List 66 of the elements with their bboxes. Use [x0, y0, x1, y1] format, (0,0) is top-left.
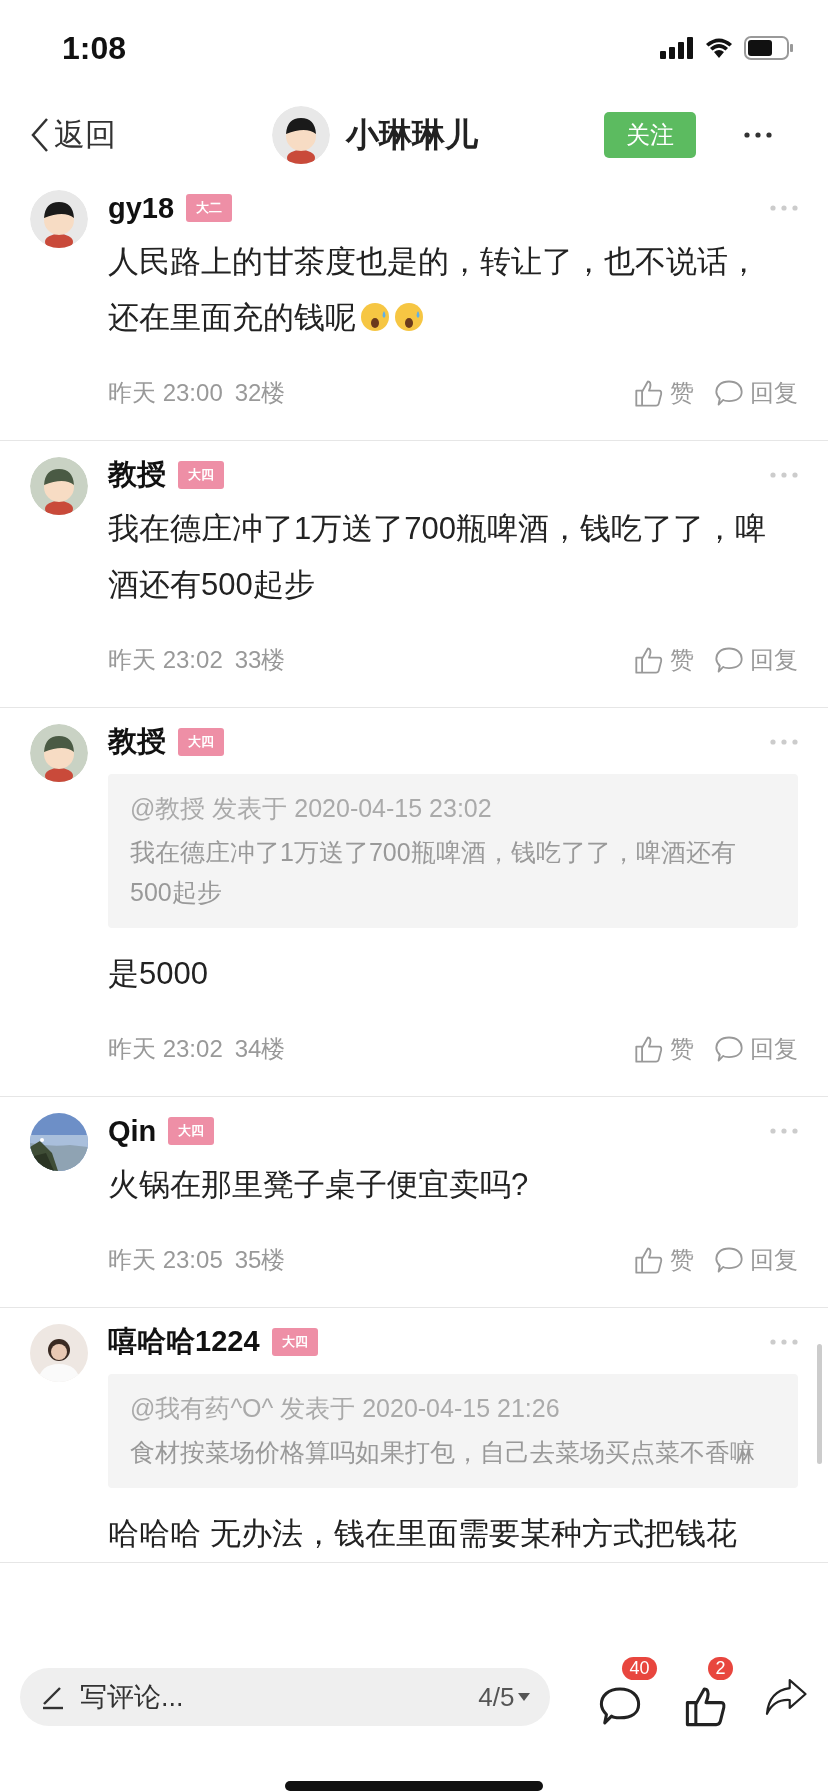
grade-tag: 大四	[168, 1117, 215, 1145]
comment-text: 人民路上的甘茶度也是的，转让了，也不说话，	[108, 244, 759, 279]
reply-button[interactable]: 回复	[714, 644, 798, 676]
reply-button[interactable]: 回复	[714, 377, 798, 409]
like-button[interactable]: 赞	[634, 377, 694, 409]
thumbs-up-icon	[634, 1245, 664, 1275]
user-name[interactable]: 教授	[108, 455, 166, 495]
thumbs-up-icon	[634, 645, 664, 675]
floor-number: 32楼	[234, 378, 286, 408]
emoji-icon	[360, 302, 390, 332]
count-badge: 2	[708, 1656, 733, 1680]
signal-icon	[660, 37, 694, 59]
user-name[interactable]: 教授	[108, 722, 166, 762]
comment-input[interactable]: 写评论... 4/5	[20, 1668, 551, 1726]
comment-text: 火锅在那里凳子桌子便宜卖吗?	[108, 1166, 530, 1204]
quote-author: @我有药^O^ 发表于 2020-04-15 21:26	[130, 1393, 561, 1424]
comment-time: 昨天 23:02	[108, 645, 223, 675]
quote-text: 食材按菜场价格算吗如果打包，自己去菜场买点菜不香嘛	[130, 1437, 756, 1468]
floor-number: 34楼	[234, 1034, 286, 1064]
emoji-icon	[394, 302, 424, 332]
comment-text: 哈哈哈 无办法，钱在里面需要某种方式把钱花	[108, 1515, 738, 1553]
avatar[interactable]	[30, 724, 88, 782]
grade-tag: 大二	[186, 194, 233, 222]
page-title: 小琳琳儿	[346, 114, 478, 155]
thumbs-up-icon	[634, 378, 664, 408]
battery-icon	[744, 36, 794, 60]
back-icon	[30, 117, 50, 153]
comment-time: 昨天 23:05	[108, 1245, 223, 1275]
follow-button[interactable]: 关注	[604, 112, 696, 158]
wifi-icon	[704, 37, 734, 59]
status-time: 1:08	[62, 29, 127, 67]
quote-author: @教授 发表于 2020-04-15 23:02	[130, 793, 493, 824]
floor-number: 35楼	[234, 1245, 286, 1275]
reply-button[interactable]: 回复	[714, 1033, 798, 1065]
pencil-icon	[40, 1684, 66, 1710]
grade-tag: 大四	[271, 1328, 318, 1356]
more-icon[interactable]	[744, 132, 772, 138]
like-button[interactable]: 赞	[634, 1033, 694, 1065]
comment-icon	[714, 1245, 744, 1275]
grade-tag: 大四	[178, 461, 224, 489]
user-name[interactable]: 嘻哈哈1224	[108, 1322, 260, 1362]
avatar[interactable]	[30, 457, 88, 515]
comment-text: 我在德庄冲了1万送了700瓶啤酒，钱吃了了，啤酒还有500起步	[108, 510, 767, 604]
page-selector[interactable]: 4/5	[478, 1681, 531, 1713]
user-name[interactable]: gy18	[108, 191, 175, 225]
comment-time: 昨天 23:00	[108, 378, 223, 408]
count-badge: 40	[622, 1656, 657, 1680]
avatar[interactable]	[272, 106, 330, 164]
comment-icon	[714, 645, 744, 675]
thumbs-up-icon	[634, 1034, 664, 1064]
grade-tag: 大四	[178, 728, 224, 756]
back-button[interactable]: 返回	[30, 114, 116, 156]
comment-time: 昨天 23:02	[108, 1034, 223, 1064]
quote-text: 我在德庄冲了1万送了700瓶啤酒，钱吃了了，啤酒还有500起步	[130, 837, 737, 908]
floor-number: 33楼	[234, 645, 286, 675]
avatar[interactable]	[30, 190, 88, 248]
comment-text: 还在里面充的钱呢	[108, 300, 356, 335]
like-button[interactable]: 赞	[634, 644, 694, 676]
comment-text: 是5000	[108, 955, 209, 993]
reply-button[interactable]: 回复	[714, 1244, 798, 1276]
comment-icon	[714, 1034, 744, 1064]
comment-icon	[714, 378, 744, 408]
share-icon[interactable]	[764, 1677, 808, 1717]
user-name[interactable]: Qin	[108, 1114, 157, 1148]
like-button[interactable]: 赞	[634, 1244, 694, 1276]
caret-icon	[518, 1693, 531, 1701]
